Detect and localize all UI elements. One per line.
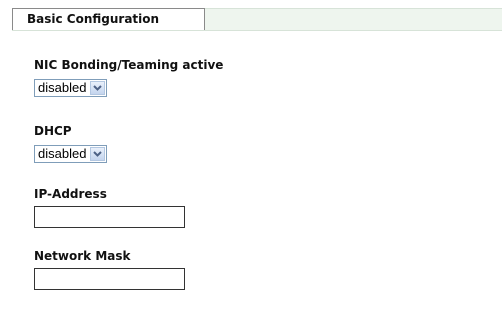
nic-bonding-selected-value: disabled [38,80,87,95]
dhcp-selected-value: disabled [38,146,87,161]
nic-bonding-label: NIC Bonding/Teaming active [34,58,224,72]
ip-address-input[interactable] [34,206,185,228]
dhcp-label: DHCP [34,124,72,138]
ip-address-field: IP-Address [34,187,185,228]
nic-bonding-field: NIC Bonding/Teaming active disabled [34,58,223,97]
dhcp-field: DHCP disabled [34,124,108,163]
nic-bonding-select[interactable]: disabled [34,79,108,97]
ip-address-label: IP-Address [34,187,107,201]
dhcp-select[interactable]: disabled [34,145,108,163]
network-config-page: Basic Configuration NIC Bonding/Teaming … [0,0,502,320]
network-mask-label: Network Mask [34,249,131,263]
network-mask-field: Network Mask [34,249,185,290]
network-mask-input[interactable] [34,268,185,290]
chevron-down-icon[interactable] [90,81,106,95]
chevron-down-icon[interactable] [90,147,106,161]
tab-basic-configuration[interactable]: Basic Configuration [12,8,205,30]
tab-basic-configuration-label: Basic Configuration [27,12,160,26]
